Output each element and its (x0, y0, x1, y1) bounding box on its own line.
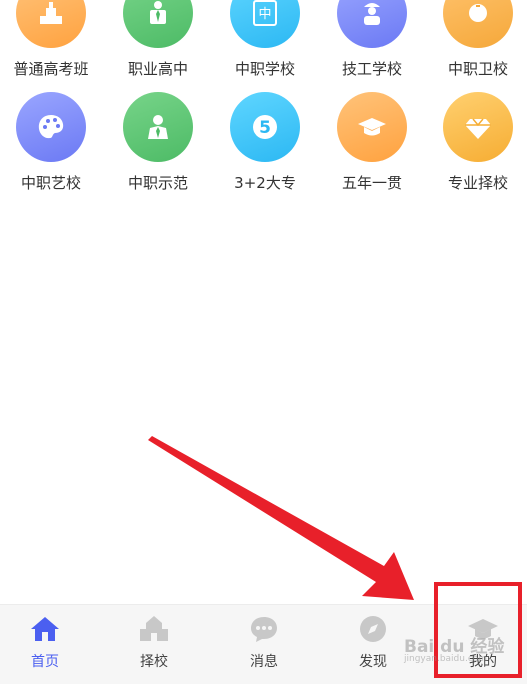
book-icon: 中 (253, 0, 277, 26)
tab-messages[interactable]: 消息 (219, 613, 309, 671)
category-label: 中职示范 (127, 174, 188, 192)
category-label: 中职艺校 (20, 174, 81, 192)
category-3plus2-college[interactable]: 5 3+2大专 (220, 92, 310, 193)
chat-bubble-icon (251, 617, 277, 642)
watermark-url: jingyan.baidu.com (404, 654, 488, 664)
category-label: 专业择校 (447, 174, 508, 192)
category-icon-circle (16, 92, 86, 162)
businessman-icon (150, 1, 166, 24)
category-vocational-high[interactable]: 职业高中 (113, 0, 203, 79)
category-five-year[interactable]: 五年一贯 (327, 92, 417, 193)
category-label: 中职学校 (234, 60, 295, 78)
nurse-icon (469, 4, 487, 22)
svg-text:5: 5 (259, 118, 271, 138)
category-icon-circle (443, 0, 513, 48)
category-label: 职业高中 (127, 60, 188, 78)
school-building-icon (140, 616, 168, 641)
category-icon-circle (123, 0, 193, 48)
tab-school-select[interactable]: 择校 (109, 613, 199, 671)
tab-label: 消息 (250, 654, 278, 670)
diamond-icon (465, 118, 491, 139)
graduation-cap-icon (358, 118, 386, 136)
category-regular-gaokao[interactable]: 普通高考班 (6, 0, 96, 79)
category-label: 中职卫校 (447, 60, 508, 78)
category-icon-circle: 中 (230, 0, 300, 48)
svg-text:中: 中 (258, 7, 271, 22)
category-icon-circle (337, 92, 407, 162)
number-five-icon: 5 (253, 115, 277, 139)
worker-icon (364, 3, 380, 25)
category-label: 五年一贯 (341, 174, 402, 192)
category-icon-circle (337, 0, 407, 48)
category-label: 技工学校 (341, 60, 402, 78)
category-secondary-vocational[interactable]: 中 中职学校 (220, 0, 310, 79)
category-health-school[interactable]: 中职卫校 (433, 0, 523, 79)
palette-icon (38, 115, 64, 139)
category-demonstration[interactable]: 中职示范 (113, 92, 203, 193)
category-art-school[interactable]: 中职艺校 (6, 92, 96, 193)
tab-label: 择校 (140, 654, 168, 670)
person-suit-icon (148, 115, 168, 139)
category-icon-circle: 5 (230, 92, 300, 162)
category-icon-circle (16, 0, 86, 48)
category-major-selection[interactable]: 专业择校 (433, 92, 523, 193)
home-icon (31, 617, 59, 641)
category-icon-circle (123, 92, 193, 162)
category-label: 3+2大专 (234, 174, 296, 192)
compass-icon (360, 616, 386, 642)
category-label: 普通高考班 (13, 60, 89, 78)
tab-label: 首页 (31, 654, 59, 670)
category-technical-school[interactable]: 技工学校 (327, 0, 417, 79)
tab-home[interactable]: 首页 (0, 613, 90, 671)
podium-icon (40, 2, 62, 24)
category-icon-circle (443, 92, 513, 162)
